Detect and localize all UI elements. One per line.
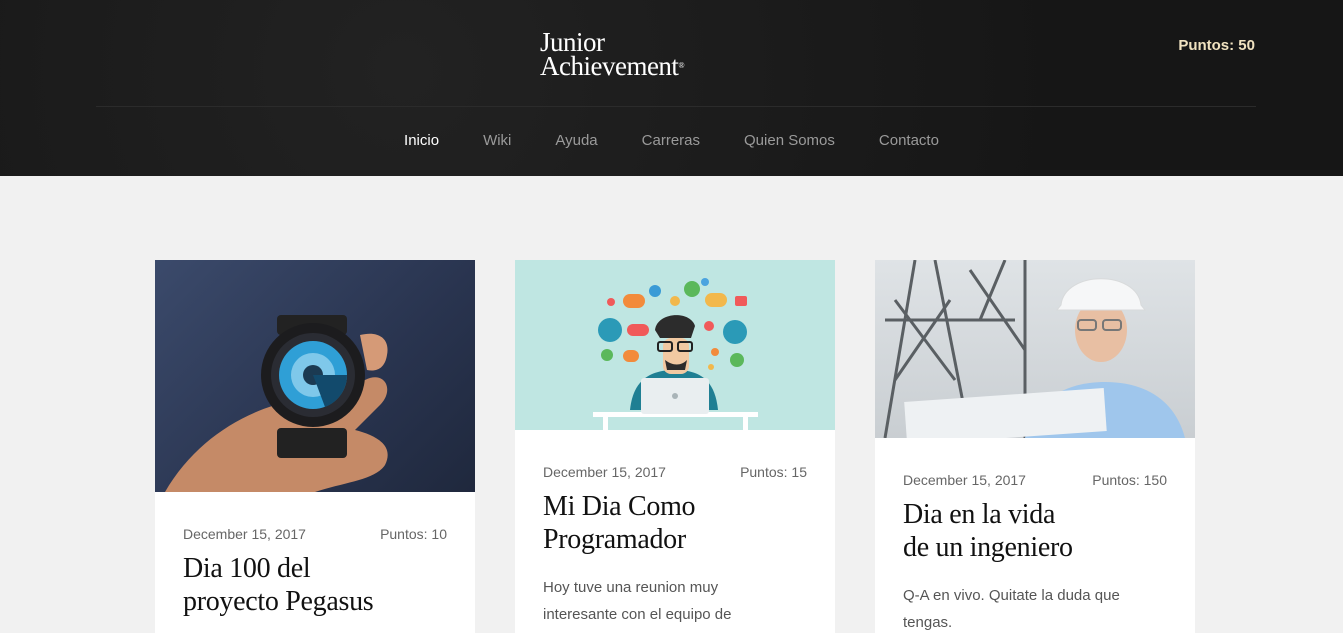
engineer-photo[interactable] xyxy=(875,260,1195,438)
logo-line-2: Achievement xyxy=(540,51,679,81)
programmer-image-icon xyxy=(593,278,758,430)
site-header: Junior Achievement® Puntos: 50 Inicio Wi… xyxy=(0,0,1343,176)
nav-item-contacto[interactable]: Contacto xyxy=(879,132,939,149)
post-date: December 15, 2017 xyxy=(183,526,306,542)
engineer-image-icon xyxy=(883,260,1185,438)
main-nav: Inicio Wiki Ayuda Carreras Quien Somos C… xyxy=(0,132,1343,149)
registered-mark: ® xyxy=(678,61,685,70)
nav-item-carreras[interactable]: Carreras xyxy=(642,132,700,149)
junior-achievement-logo[interactable]: Junior Achievement® xyxy=(540,29,685,81)
post-card[interactable]: December 15, 2017 Puntos: 150 Dia en la … xyxy=(875,260,1195,633)
post-points: Puntos: 15 xyxy=(740,464,807,480)
post-title[interactable]: Dia 100 del proyecto Pegasus xyxy=(155,552,475,618)
post-excerpt: Hoy tuve una reunion muy interesante con… xyxy=(543,579,732,623)
post-card[interactable]: December 15, 2017 Puntos: 10 Dia 100 del… xyxy=(155,260,475,633)
post-meta: December 15, 2017 Puntos: 150 xyxy=(875,472,1195,488)
post-date: December 15, 2017 xyxy=(543,464,666,480)
post-points: Puntos: 10 xyxy=(380,526,447,542)
nav-item-ayuda[interactable]: Ayuda xyxy=(555,132,597,149)
post-title[interactable]: Dia en la vida de un ingeniero xyxy=(875,498,1195,564)
post-date: December 15, 2017 xyxy=(903,472,1026,488)
post-title[interactable]: Mi Dia Como Programador xyxy=(515,490,835,556)
post-meta: December 15, 2017 Puntos: 10 xyxy=(155,526,475,542)
nav-item-quien-somos[interactable]: Quien Somos xyxy=(744,132,835,149)
nav-item-wiki[interactable]: Wiki xyxy=(483,132,511,149)
post-excerpt: Q-A en vivo. Quitate la duda que tengas. xyxy=(903,587,1120,631)
watch-image-icon xyxy=(165,315,388,492)
user-points: Puntos: 50 xyxy=(1178,37,1255,54)
programmer-illustration[interactable] xyxy=(515,260,835,430)
post-card[interactable]: December 15, 2017 Puntos: 15 Mi Dia Como… xyxy=(515,260,835,633)
post-meta: December 15, 2017 Puntos: 15 xyxy=(515,464,835,480)
nav-item-inicio[interactable]: Inicio xyxy=(404,132,439,149)
watch-in-hand-photo[interactable] xyxy=(155,260,475,492)
post-points: Puntos: 150 xyxy=(1092,472,1167,488)
header-divider xyxy=(96,106,1256,107)
